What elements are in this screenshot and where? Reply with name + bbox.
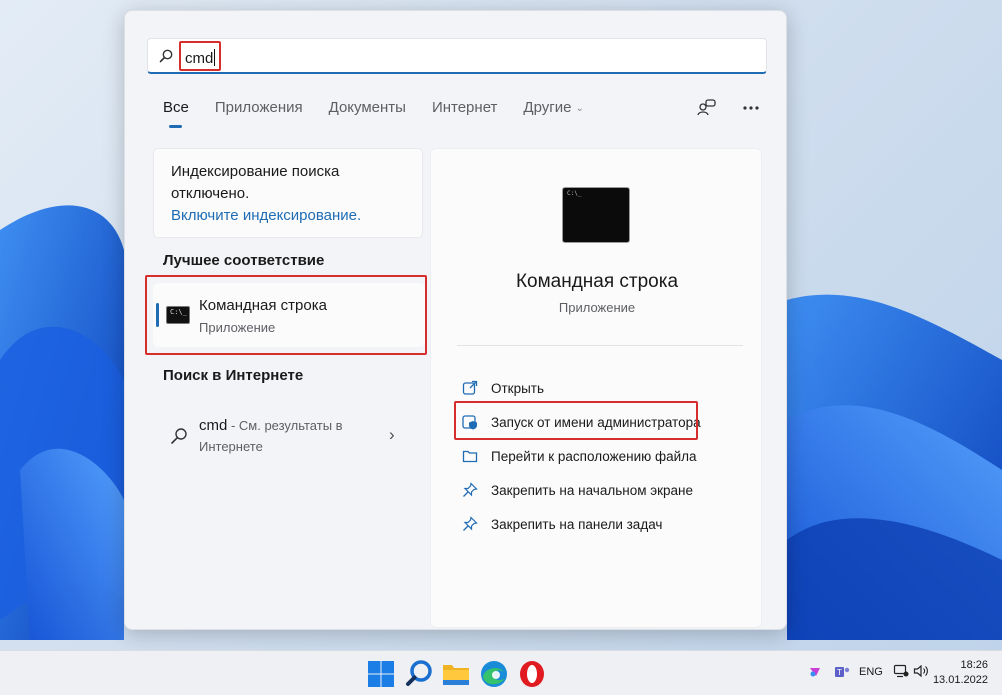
action-pin-to-taskbar-label: Закрепить на панели задач [491,516,663,532]
command-prompt-icon: C:\_ [166,306,190,324]
copilot-tray-icon[interactable] [808,665,822,682]
detail-title: Командная строка [515,271,679,292]
clock-date: 13.01.2022 [932,674,988,686]
chevron-right-icon[interactable]: › [389,425,395,445]
action-open-file-location[interactable]: Перейти к расположению файла [461,445,697,467]
web-search-query: cmd [199,417,228,434]
chevron-down-icon: ⌄ [575,103,584,114]
filter-tabs: Все Приложения Документы Интернет Другие… [163,99,584,129]
tab-apps[interactable]: Приложения [215,99,303,127]
enable-indexing-link[interactable]: Включите индексирование. [171,205,405,227]
divider [457,345,743,346]
svg-text:T: T [837,668,842,677]
search-icon [171,428,187,444]
tab-apps-label: Приложения [214,99,303,116]
indexing-text-line2: отключено. [171,185,250,202]
web-search-suffix-line2: Интернете [199,439,263,454]
web-search-text: cmd - См. результаты в Интернете [199,415,374,457]
pin-icon [461,515,479,533]
pin-icon [461,481,479,499]
command-prompt-icon: C:\_ [562,187,630,243]
shield-icon [461,413,479,431]
web-search-suffix-line1: - См. результаты в [227,418,343,433]
tab-internet[interactable]: Интернет [432,99,497,127]
teams-tray-icon[interactable]: T [834,665,850,682]
tab-internet-label: Интернет [431,99,498,116]
tab-other[interactable]: Другие ⌄ [523,99,583,127]
opera-icon[interactable] [517,659,547,689]
tab-all-label: Все [163,99,189,116]
best-match-heading: Лучшее соответствие [163,252,325,269]
action-run-as-admin-label: Запуск от имени администратора [491,414,701,430]
more-options-icon[interactable] [739,97,763,119]
edge-icon[interactable] [479,659,509,689]
folder-icon [461,447,479,465]
tab-documents-label: Документы [328,99,406,116]
result-detail-pane: C:\_ Командная строка Приложение Открыть… [430,148,762,628]
open-icon [461,379,479,397]
file-explorer-icon[interactable] [441,659,471,689]
indexing-text-line1: Индексирование поиска [171,163,340,180]
action-open-file-location-label: Перейти к расположению файла [491,448,697,464]
action-pin-to-taskbar[interactable]: Закрепить на панели задач [461,513,662,535]
top-actions [695,97,763,119]
search-panel: cmd Все Приложения Документы Интернет Др… [124,10,787,630]
selection-indicator [156,303,159,327]
text-caret [214,49,216,66]
action-run-as-admin[interactable]: Запуск от имени администратора [461,411,701,433]
network-icon[interactable] [893,664,909,681]
indexing-notice: Индексирование поиска отключено. Включит… [153,148,423,238]
search-icon [159,49,173,63]
detail-subtitle: Приложение [558,300,636,315]
action-pin-to-start-label: Закрепить на начальном экране [491,482,694,498]
action-open[interactable]: Открыть [461,377,544,399]
web-search-heading: Поиск в Интернете [163,367,304,384]
search-icon[interactable] [405,659,435,689]
tab-all[interactable]: Все [163,99,189,128]
best-match-result[interactable]: C:\_ Командная строка Приложение [153,283,425,347]
clock[interactable]: 18:26 13.01.2022 [933,658,988,688]
search-box[interactable]: cmd [147,38,767,74]
tab-documents[interactable]: Документы [329,99,406,127]
search-query-text: cmd [185,50,214,67]
best-match-name: Командная строка [199,297,327,314]
account-switch-icon[interactable] [695,97,719,119]
volume-icon[interactable] [913,664,929,681]
action-open-label: Открыть [491,380,545,396]
language-indicator[interactable]: ENG [859,666,883,678]
tab-other-label: Другие [523,99,572,116]
windows-start-icon[interactable] [366,659,396,689]
action-pin-to-start[interactable]: Закрепить на начальном экране [461,479,693,501]
best-match-type: Приложение [199,320,276,335]
clock-time: 18:26 [960,659,988,671]
taskbar: T ENG 18:26 13.01.2022 [0,650,1002,695]
search-input[interactable]: cmd [179,41,222,71]
web-search-result[interactable]: cmd - См. результаты в Интернете › [153,405,425,465]
